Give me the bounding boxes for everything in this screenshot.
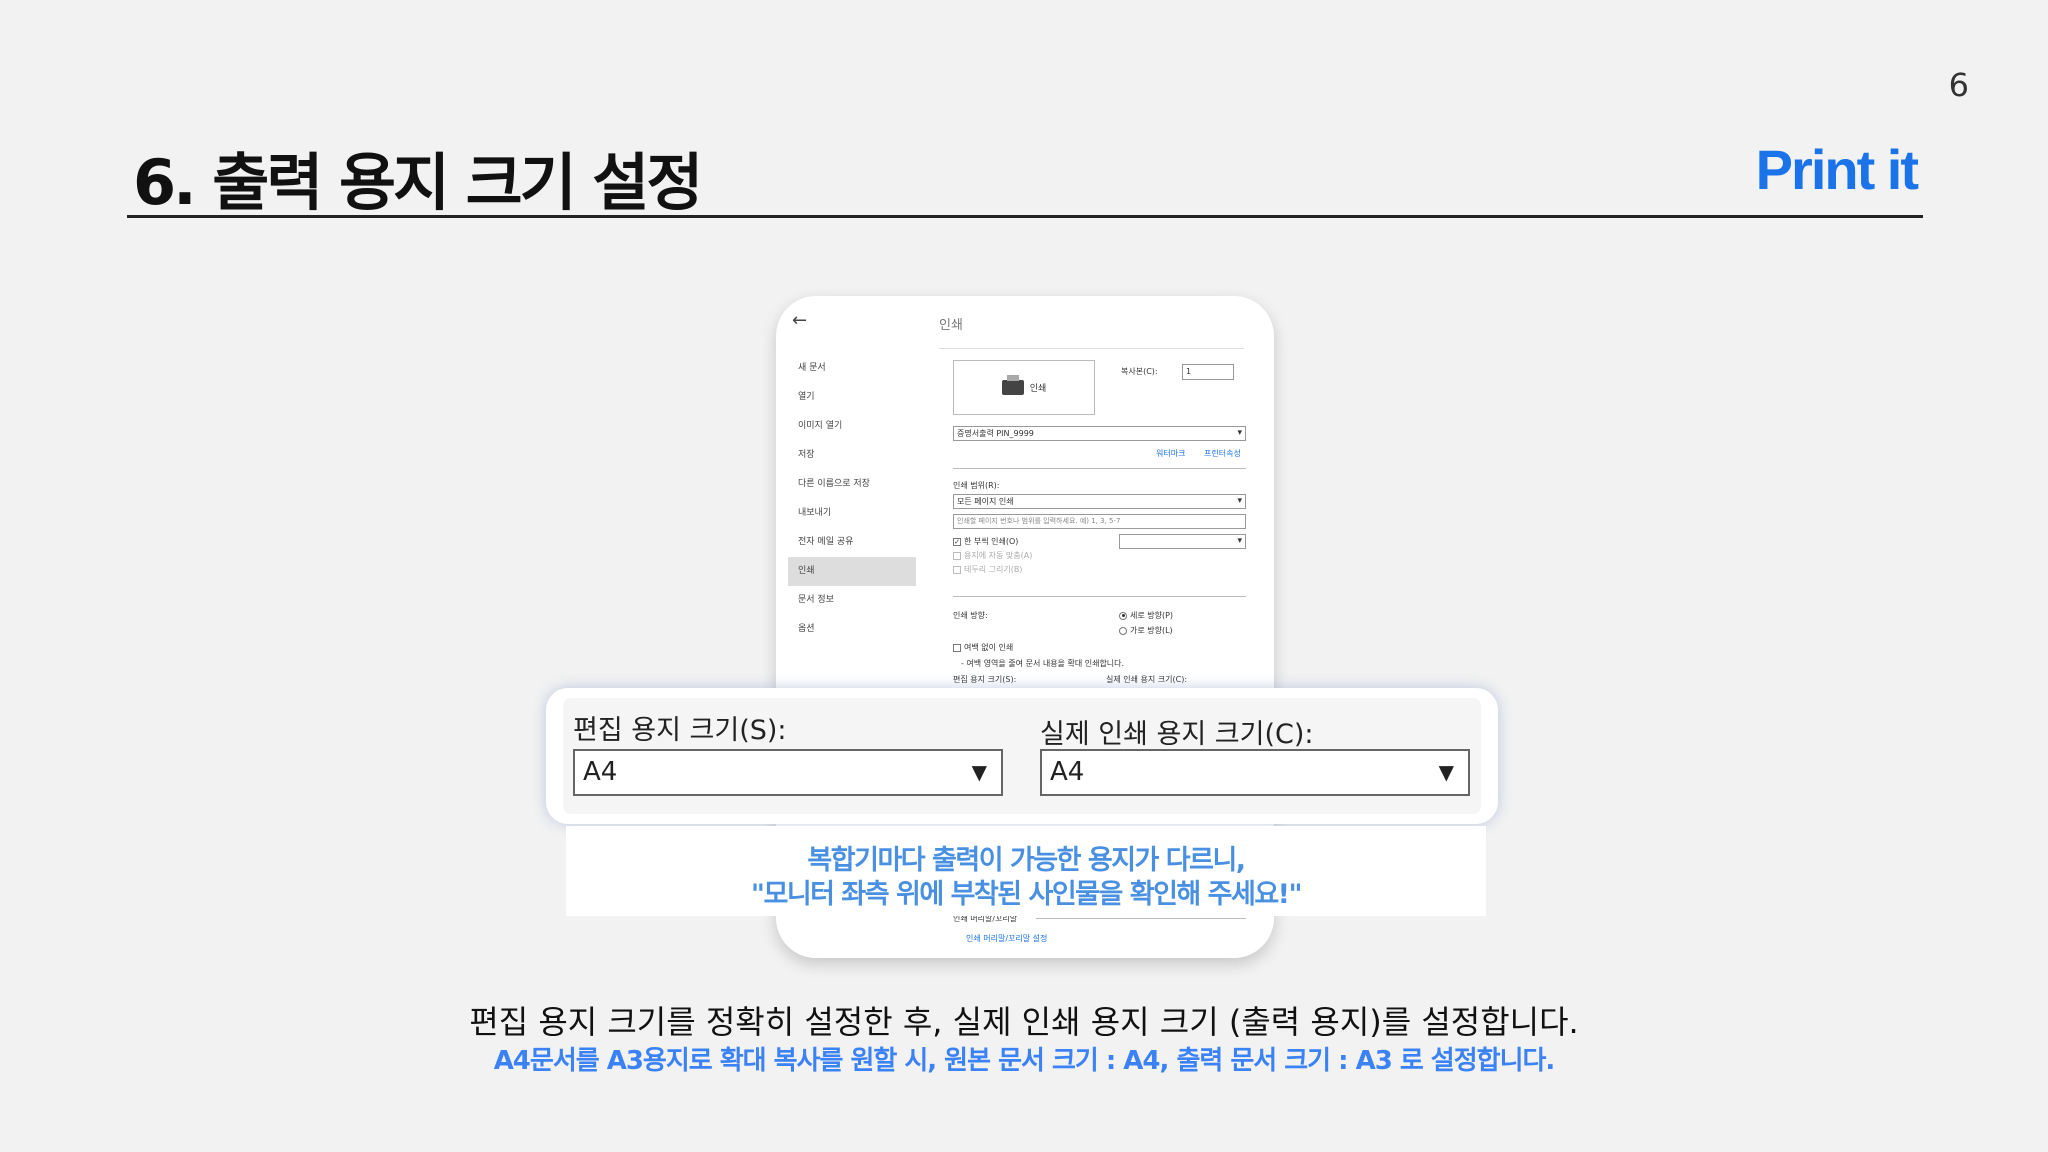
nav-item-open-image[interactable]: 이미지 열기 — [788, 412, 916, 441]
nav-item-email-share[interactable]: 전자 메일 공유 — [788, 528, 916, 557]
printer-icon — [1001, 375, 1024, 395]
fit-checkbox[interactable]: 용지에 자동 맞춤(A) — [953, 550, 1032, 561]
actual-size-label-small: 실제 인쇄 용지 크기(C): — [1106, 675, 1188, 684]
divider — [1036, 918, 1246, 919]
fit-label: 용지에 자동 맞춤(A) — [964, 551, 1033, 560]
edit-size-value: A4 — [583, 757, 618, 787]
slide-title: 6. 출력 용지 크기 설정 — [133, 146, 703, 219]
watermark-link[interactable]: 워터마크 — [1156, 448, 1185, 459]
zoom-panel: 편집 용지 크기(S): A4 ▼ 실제 인쇄 용지 크기(C): A4 ▼ — [563, 698, 1481, 814]
collate-select[interactable] — [1119, 534, 1246, 549]
actual-size-label: 실제 인쇄 용지 크기(C): — [1040, 719, 1314, 750]
header-footer-link[interactable]: 인쇄 머리말/꼬리말 설정 — [966, 933, 1047, 944]
print-button[interactable]: 인쇄 — [953, 360, 1095, 415]
divider — [939, 348, 1244, 349]
nav-item-print[interactable]: 인쇄 — [788, 557, 916, 586]
border-checkbox[interactable]: 테두리 그리기(B) — [953, 564, 1022, 575]
arrow-left-icon[interactable]: ← — [792, 310, 807, 331]
actual-size-value: A4 — [1050, 757, 1085, 787]
range-select[interactable]: 모든 페이지 인쇄 — [953, 494, 1246, 509]
landscape-label: 가로 방향(L) — [1130, 626, 1173, 635]
landscape-radio[interactable]: 가로 방향(L) — [1119, 625, 1173, 636]
check-icon: ✓ — [953, 537, 961, 546]
copies-label: 복사본(C): — [1121, 367, 1158, 376]
chevron-down-icon: ▼ — [971, 760, 987, 784]
nav-item-save-as[interactable]: 다른 이름으로 저장 — [788, 470, 916, 499]
checkbox-icon — [953, 643, 961, 652]
portrait-label: 세로 방향(P) — [1130, 611, 1174, 620]
brand-logo: Print it — [1755, 138, 1919, 201]
divider — [953, 596, 1246, 597]
border-label: 테두리 그리기(B) — [964, 565, 1023, 574]
printer-select[interactable]: 증명서출력 PIN_9999 — [953, 426, 1246, 441]
file-menu-nav: 새 문서 열기 이미지 열기 저장 다른 이름으로 저장 내보내기 전자 메일 … — [788, 354, 916, 644]
checkbox-icon — [953, 551, 961, 560]
orientation-label: 인쇄 방향: — [953, 611, 988, 620]
borderless-checkbox[interactable]: 여백 없이 인쇄 — [953, 642, 1013, 653]
nav-item-open[interactable]: 열기 — [788, 383, 916, 412]
edit-size-label-small: 편집 용지 크기(S): — [953, 675, 1017, 684]
copies-input[interactable]: 1 — [1182, 364, 1234, 380]
page-number: 6 — [1948, 66, 1969, 104]
nav-item-doc-info[interactable]: 문서 정보 — [788, 586, 916, 615]
notice-line-2: "모니터 좌측 위에 부착된 사인물을 확인해 주세요!" — [750, 879, 1303, 910]
printer-properties-link[interactable]: 프린터속성 — [1204, 448, 1241, 459]
borderless-label: 여백 없이 인쇄 — [964, 643, 1014, 652]
checkbox-icon — [953, 565, 961, 574]
caption-line-2: A4문서를 A3용지로 확대 복사를 원할 시, 원본 문서 크기 : A4, … — [493, 1046, 1556, 1076]
caption-line-1: 편집 용지 크기를 정확히 설정한 후, 실제 인쇄 용지 크기 (출력 용지)… — [469, 1003, 1579, 1041]
collate-checkbox[interactable]: ✓ 한 부씩 인쇄(O) — [953, 536, 1018, 547]
edit-size-select[interactable]: A4 ▼ — [573, 749, 1003, 796]
nav-item-export[interactable]: 내보내기 — [788, 499, 916, 528]
notice-box: 복합기마다 출력이 가능한 용지가 다르니, "모니터 좌측 위에 부착된 사인… — [566, 826, 1486, 916]
nav-item-new[interactable]: 새 문서 — [788, 354, 916, 383]
portrait-radio[interactable]: 세로 방향(P) — [1119, 610, 1173, 621]
nav-item-options[interactable]: 옵션 — [788, 615, 916, 644]
divider — [953, 468, 1246, 469]
actual-size-select[interactable]: A4 ▼ — [1040, 749, 1470, 796]
edit-size-label: 편집 용지 크기(S): — [573, 715, 787, 746]
panel-title: 인쇄 — [939, 318, 963, 333]
print-button-label: 인쇄 — [1029, 384, 1047, 394]
borderless-note: - 여백 영역을 줄여 문서 내용을 확대 인쇄합니다. — [961, 659, 1125, 668]
radio-selected-icon — [1119, 611, 1127, 620]
title-divider — [127, 215, 1923, 218]
range-label: 인쇄 범위(R): — [953, 481, 1000, 490]
paper-size-zoom-callout: 편집 용지 크기(S): A4 ▼ 실제 인쇄 용지 크기(C): A4 ▼ — [546, 688, 1498, 824]
radio-icon — [1119, 626, 1127, 635]
nav-item-save[interactable]: 저장 — [788, 441, 916, 470]
collate-label: 한 부씩 인쇄(O) — [964, 537, 1019, 546]
pages-input[interactable]: 인쇄할 페이지 번호나 범위를 입력하세요. 예) 1, 3, 5-7 — [953, 514, 1246, 529]
chevron-down-icon: ▼ — [1438, 760, 1454, 784]
